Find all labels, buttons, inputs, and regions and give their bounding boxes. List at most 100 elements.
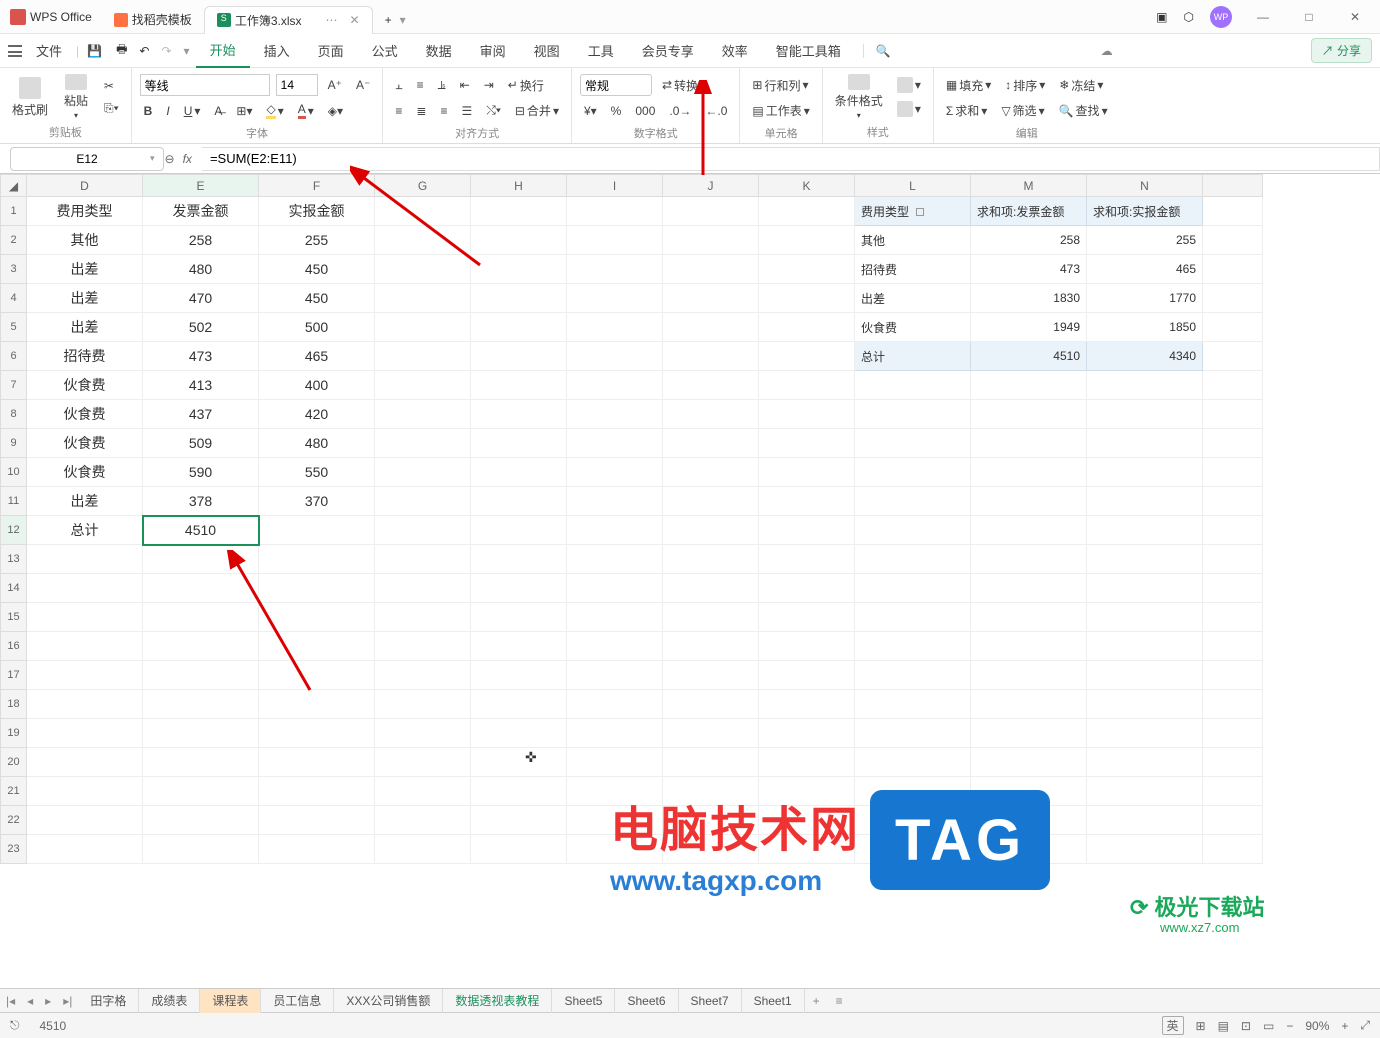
minimize-button[interactable]: — [1248, 10, 1278, 24]
cell[interactable] [567, 632, 663, 661]
rows-cols-button[interactable]: ⊞ 行和列▾ [748, 75, 812, 96]
cell[interactable] [259, 777, 375, 806]
cell[interactable] [471, 777, 567, 806]
cell[interactable] [375, 719, 471, 748]
cell[interactable] [759, 719, 855, 748]
cell[interactable] [1087, 371, 1203, 400]
cell[interactable] [471, 458, 567, 487]
cell[interactable] [971, 458, 1087, 487]
cell[interactable] [759, 197, 855, 226]
col-J[interactable]: J [663, 175, 759, 197]
cond-format-button[interactable]: 条件格式▾ [831, 72, 887, 122]
col-N[interactable]: N [1087, 175, 1203, 197]
sheet-nav-next[interactable]: ▸ [39, 994, 57, 1008]
cell[interactable] [259, 748, 375, 777]
cell[interactable] [1203, 661, 1263, 690]
cell[interactable]: 出差 [27, 313, 143, 342]
menu-search-icon[interactable]: 🔍 [863, 44, 903, 58]
cell[interactable] [1087, 545, 1203, 574]
cell[interactable] [471, 690, 567, 719]
row-header[interactable]: 23 [1, 835, 27, 864]
thousands-button[interactable]: 000 [631, 102, 659, 120]
sheet-tab[interactable]: Sheet7 [679, 989, 742, 1013]
row-header[interactable]: 3 [1, 255, 27, 284]
menu-more-icon[interactable]: ▾ [178, 44, 196, 58]
align-right-button[interactable]: ≡ [436, 102, 451, 120]
cell[interactable] [259, 661, 375, 690]
cell[interactable]: 伙食费 [27, 400, 143, 429]
sheet-tab[interactable]: XXX公司销售额 [334, 989, 443, 1013]
cell[interactable] [1087, 806, 1203, 835]
cell[interactable] [759, 255, 855, 284]
col-I[interactable]: I [567, 175, 663, 197]
currency-button[interactable]: ¥▾ [580, 102, 601, 120]
cell[interactable] [759, 284, 855, 313]
cell[interactable]: 求和项:实报金额 [1087, 197, 1203, 226]
cell[interactable]: 求和项:发票金额 [971, 197, 1087, 226]
cloud-sync-icon[interactable]: ☁ [1091, 44, 1123, 58]
cell[interactable] [471, 255, 567, 284]
cell[interactable] [1087, 458, 1203, 487]
cell[interactable] [663, 400, 759, 429]
formula-input[interactable] [202, 147, 1380, 171]
cell[interactable] [259, 632, 375, 661]
cell[interactable] [971, 400, 1087, 429]
cell[interactable] [27, 603, 143, 632]
cell[interactable] [471, 574, 567, 603]
cell[interactable] [663, 603, 759, 632]
cell[interactable] [1203, 777, 1263, 806]
find-button[interactable]: 🔍 查找▾ [1055, 100, 1112, 121]
orientation-button[interactable]: ⤭▾ [482, 101, 505, 120]
cell[interactable] [375, 429, 471, 458]
cell[interactable] [1087, 632, 1203, 661]
cell[interactable] [663, 632, 759, 661]
cell[interactable] [663, 342, 759, 371]
cell[interactable] [375, 197, 471, 226]
cell[interactable] [759, 313, 855, 342]
cell[interactable] [855, 516, 971, 545]
cell[interactable] [27, 835, 143, 864]
fx-icon[interactable]: fx [183, 152, 192, 166]
cell[interactable] [855, 603, 971, 632]
cell[interactable] [471, 284, 567, 313]
cell[interactable] [567, 574, 663, 603]
cell[interactable] [759, 429, 855, 458]
cell[interactable] [259, 719, 375, 748]
cell[interactable] [143, 748, 259, 777]
cell[interactable] [27, 574, 143, 603]
sheet-nav-first[interactable]: |◂ [0, 994, 21, 1008]
cell[interactable] [27, 777, 143, 806]
cell[interactable] [1203, 835, 1263, 864]
paste-button[interactable]: 粘贴▾ [60, 72, 92, 122]
cell[interactable] [259, 806, 375, 835]
cell[interactable] [663, 313, 759, 342]
sheet-tab[interactable]: Sheet5 [552, 989, 615, 1013]
menu-insert[interactable]: 插入 [250, 34, 304, 68]
font-color-button[interactable]: A▾ [294, 100, 318, 121]
cell-style-button[interactable]: ▾ [893, 99, 925, 119]
increase-decimal-button[interactable]: .0→ [665, 102, 695, 120]
cell[interactable] [375, 458, 471, 487]
fx-zoom-icon[interactable]: ⊖ [165, 152, 175, 166]
cell[interactable]: 出差 [27, 284, 143, 313]
cell[interactable] [855, 429, 971, 458]
spreadsheet-grid[interactable]: ◢ D E F G H I J K L M N 1费用类型发票金额实报金额费用类… [0, 174, 1263, 864]
cell[interactable] [567, 371, 663, 400]
cell[interactable]: 480 [143, 255, 259, 284]
cell[interactable]: 出差 [27, 487, 143, 516]
cell[interactable] [471, 661, 567, 690]
sheet-tab[interactable]: 数据透视表教程 [443, 989, 552, 1013]
cell[interactable] [855, 748, 971, 777]
cell[interactable] [375, 545, 471, 574]
sum-button[interactable]: Σ 求和▾ [942, 100, 991, 121]
cell[interactable] [143, 835, 259, 864]
cell[interactable] [1203, 719, 1263, 748]
cell[interactable] [471, 197, 567, 226]
cell[interactable] [1087, 661, 1203, 690]
cell[interactable] [471, 313, 567, 342]
col-M[interactable]: M [971, 175, 1087, 197]
cell[interactable] [1203, 400, 1263, 429]
decrease-font-button[interactable]: A⁻ [352, 76, 374, 94]
cell[interactable] [259, 516, 375, 545]
cell[interactable]: 4510 [971, 342, 1087, 371]
